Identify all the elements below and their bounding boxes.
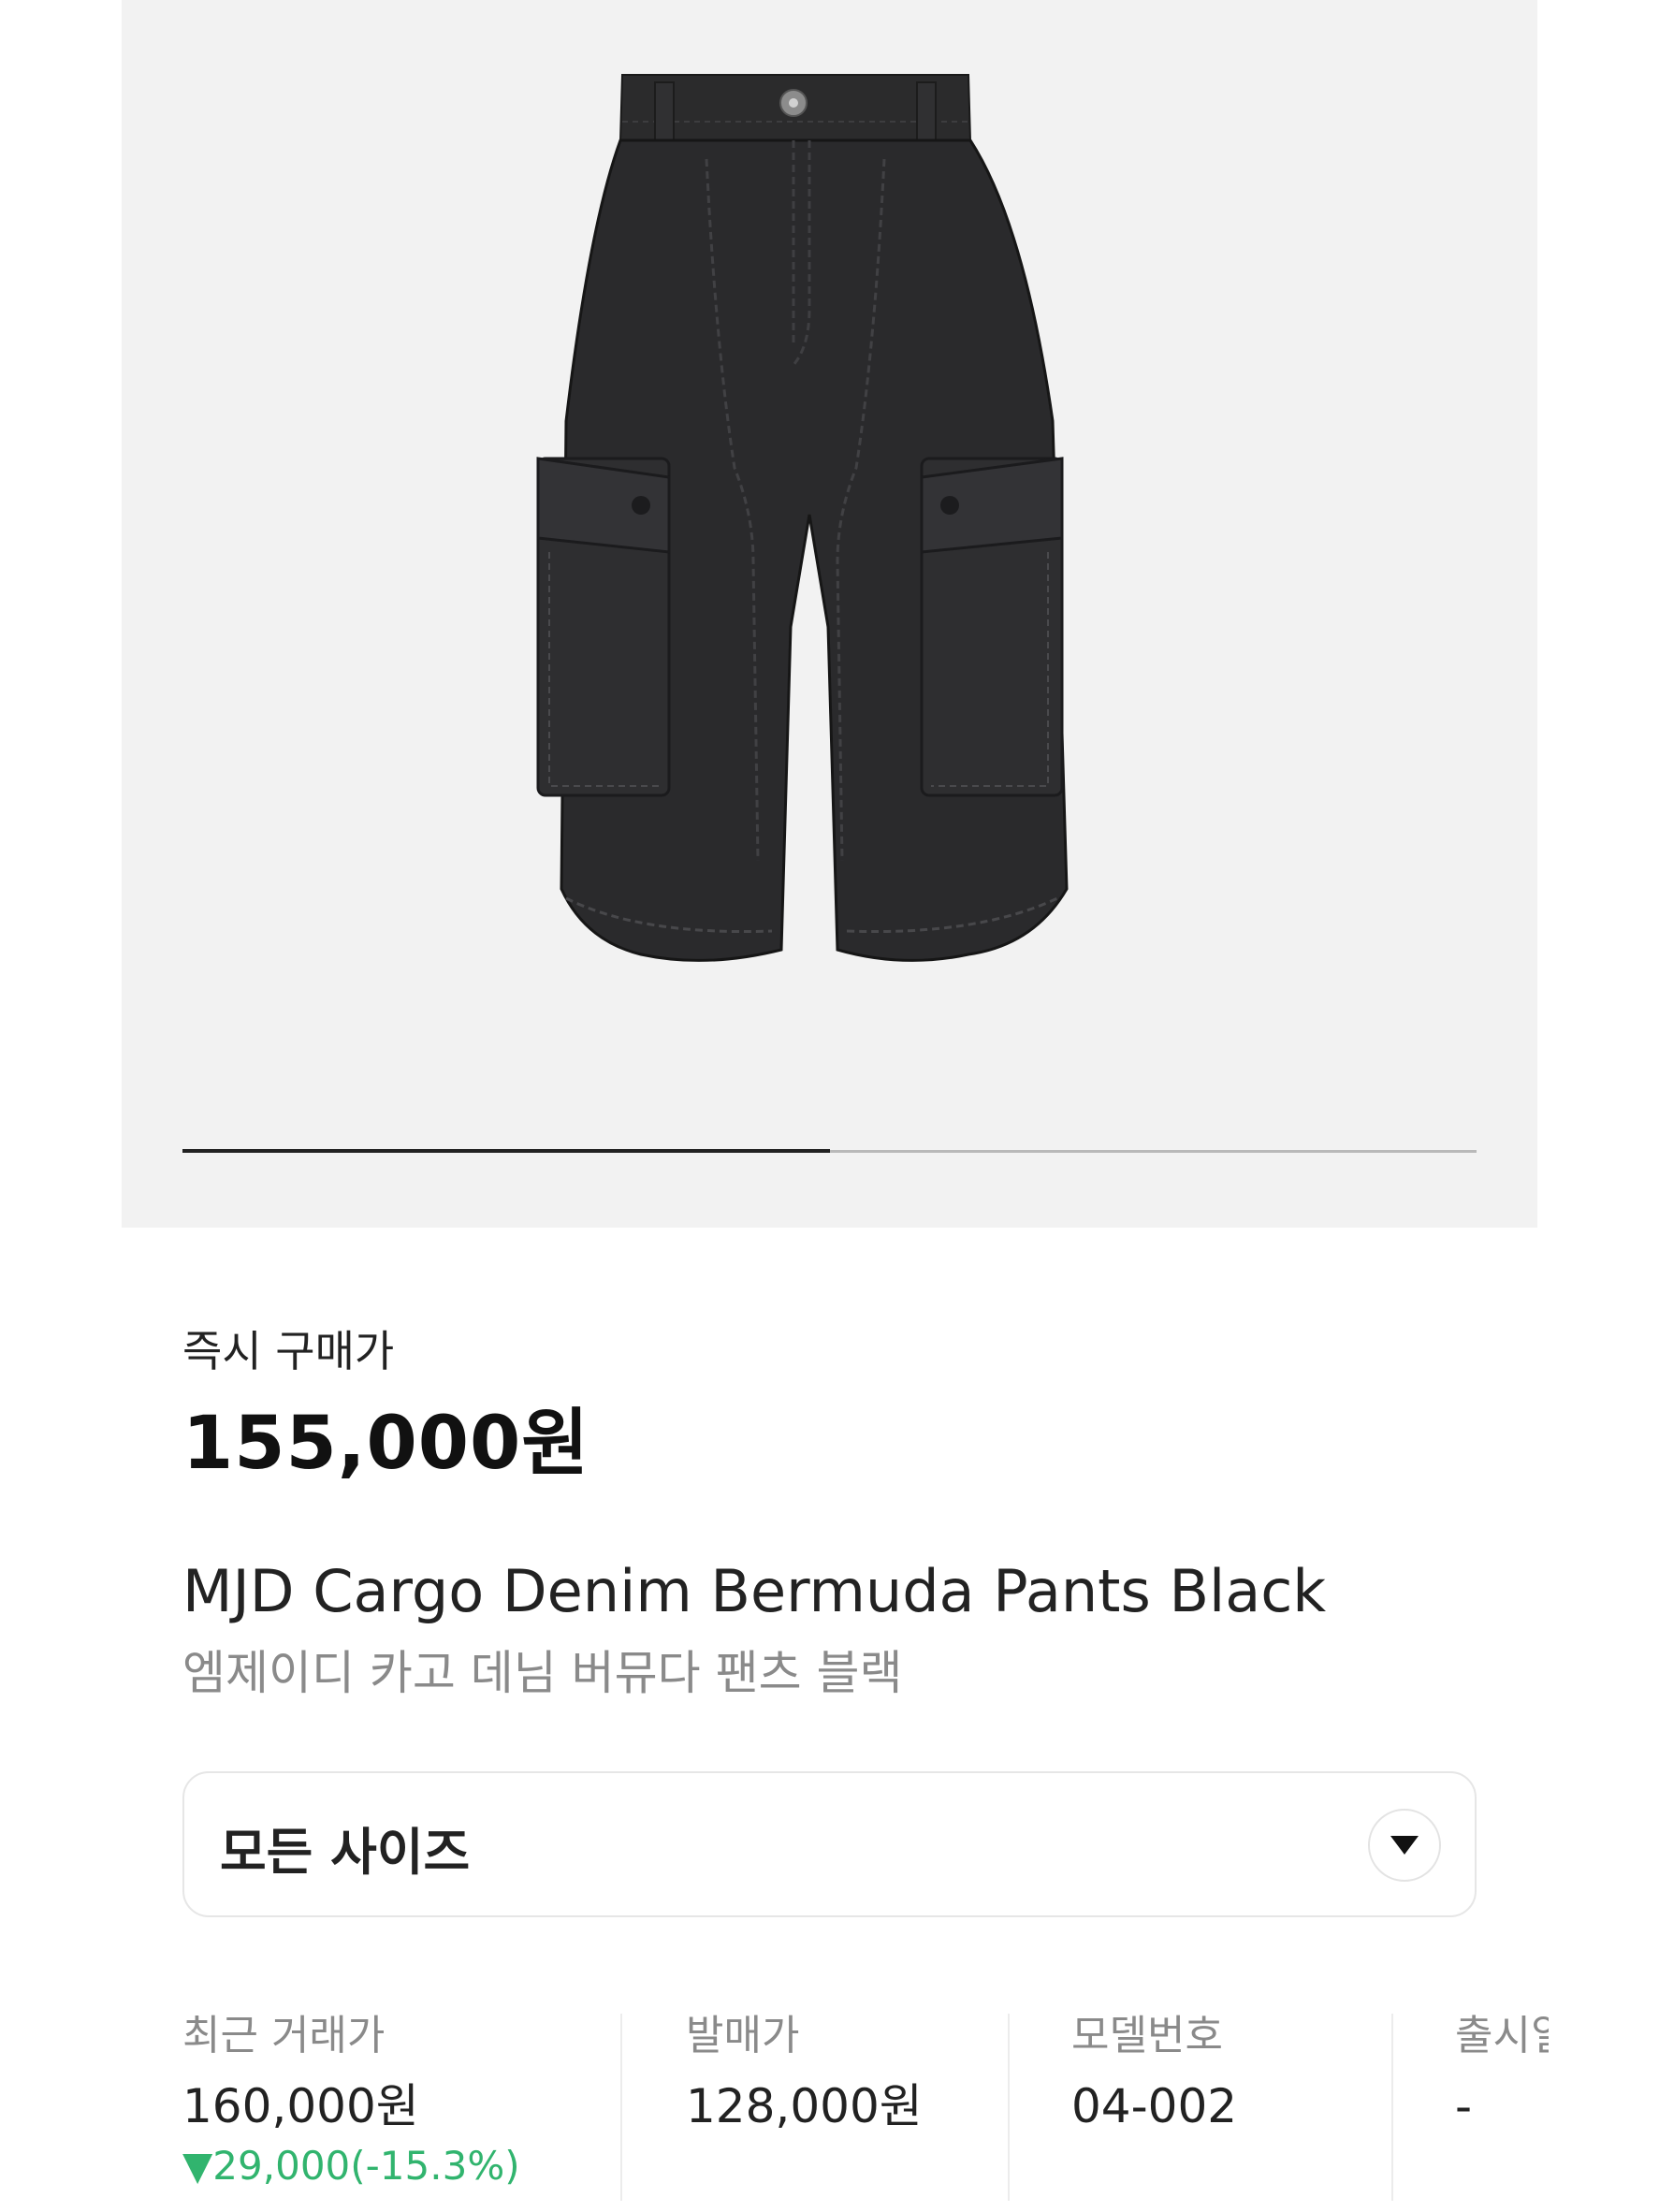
size-select-dropdown[interactable]: 모든 사이즈 xyxy=(182,1771,1477,1917)
model-number-value: 04-002 xyxy=(1071,2079,1238,2133)
info-release-date: 출시일 - xyxy=(1455,2010,1549,2197)
gallery-pager-indicator xyxy=(182,1149,830,1153)
info-release-price: 발매가 128,000원 xyxy=(686,2010,923,2197)
chevron-down-icon-glyph xyxy=(1390,1836,1419,1855)
release-date-label: 출시일 xyxy=(1455,2012,1549,2059)
info-divider xyxy=(1391,2014,1393,2201)
product-image xyxy=(536,74,1069,962)
recent-trade-value: 160,000원 xyxy=(182,2079,419,2133)
info-divider xyxy=(620,2014,622,2201)
buy-now-price: 155,000원 xyxy=(182,1402,590,1486)
release-price-value: 128,000원 xyxy=(686,2079,923,2133)
gallery-pager xyxy=(182,1149,1477,1153)
info-model-number: 모델번호 04-002 xyxy=(1071,2010,1237,2197)
model-number-label: 모델번호 xyxy=(1071,2012,1223,2059)
product-subtitle: 엠제이디 카고 데님 버뮤다 팬츠 블랙 xyxy=(182,1646,903,1700)
recent-trade-label: 최근 거래가 xyxy=(182,2012,386,2059)
buy-now-price-label: 즉시 구매가 xyxy=(182,1326,395,1376)
info-divider xyxy=(1008,2014,1010,2201)
size-select-value: 모든 사이즈 xyxy=(220,1823,471,1882)
chevron-down-icon[interactable] xyxy=(1368,1809,1441,1882)
release-price-label: 발매가 xyxy=(686,2012,800,2059)
info-recent-trade[interactable]: 최근 거래가 160,000원 ▼29,000(-15.3%) xyxy=(182,2010,520,2197)
recent-trade-change: ▼29,000(-15.3%) xyxy=(182,2143,520,2189)
product-image-gallery[interactable] xyxy=(122,0,1537,1228)
product-title: MJD Cargo Denim Bermuda Pants Black xyxy=(182,1557,1327,1625)
release-date-value: - xyxy=(1455,2079,1473,2133)
